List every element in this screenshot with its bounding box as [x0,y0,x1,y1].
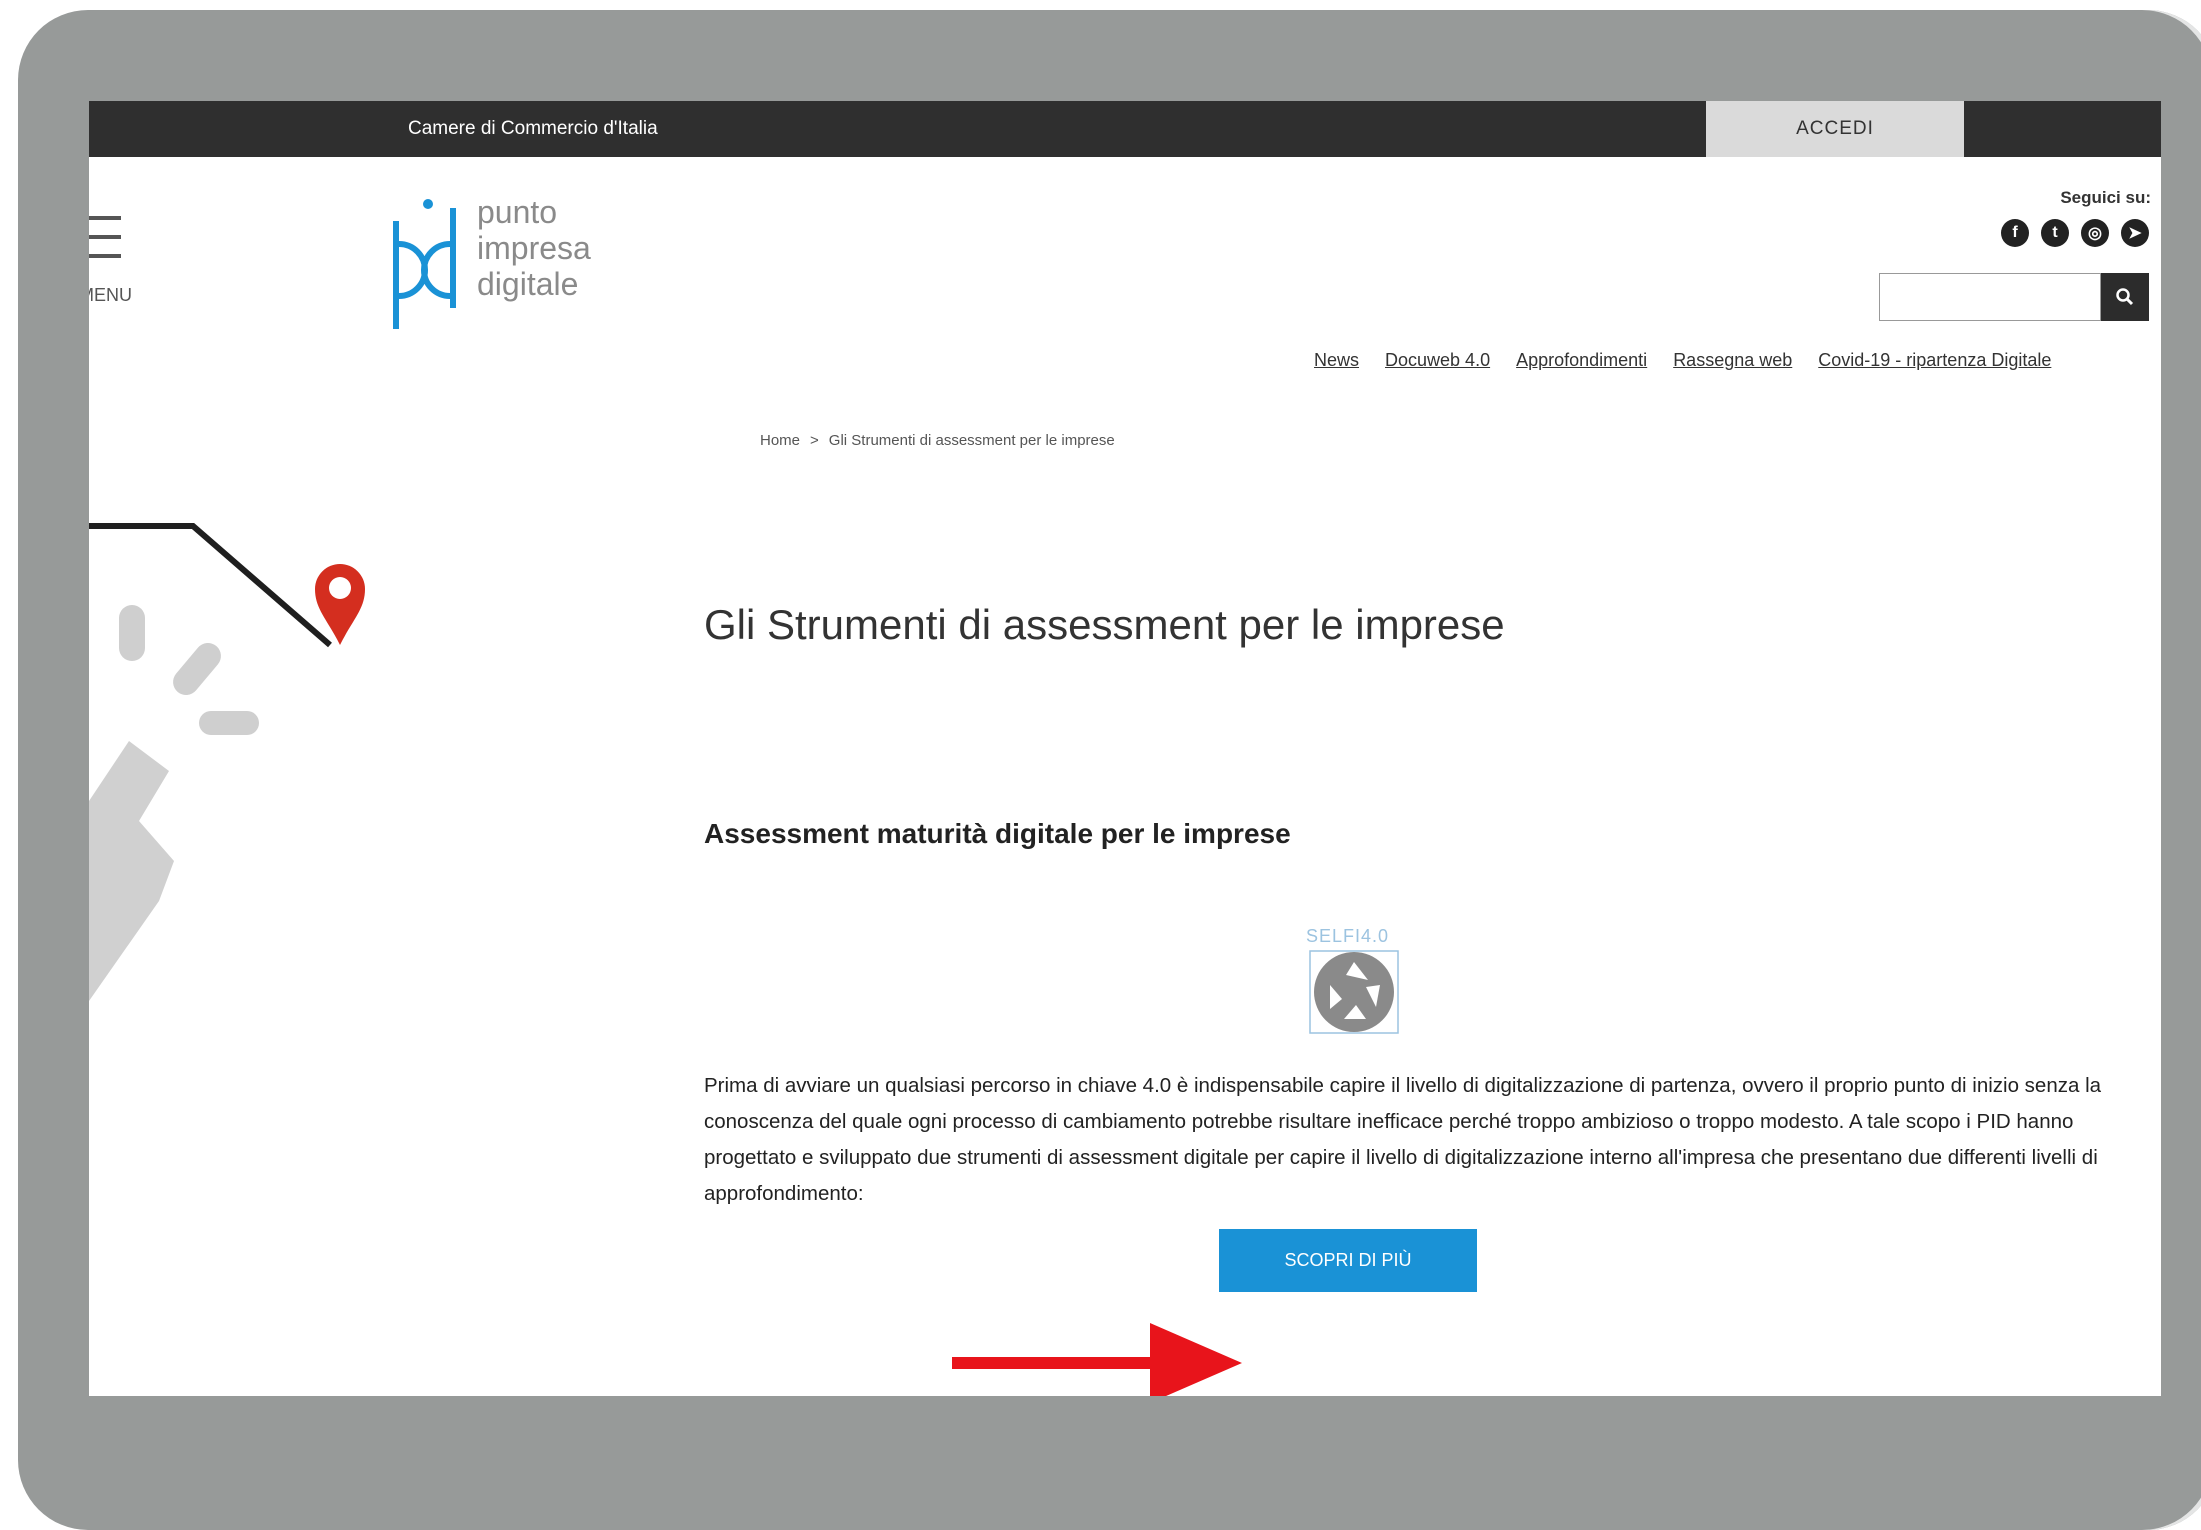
twitter-icon[interactable]: t [2041,219,2069,247]
social-label: Seguici su: [2060,188,2151,207]
search-button[interactable] [2101,273,2149,321]
red-arrow-icon [952,1323,1242,1396]
login-button[interactable]: ACCEDI [1706,101,1964,157]
page-title: Gli Strumenti di assessment per le impre… [704,601,1505,648]
search-input[interactable] [1879,273,2101,321]
facebook-icon[interactable]: f [2001,219,2029,247]
social-icons: f t ◎ ➤ [2001,219,2149,247]
section-title: Assessment maturità digitale per le impr… [704,818,1291,849]
logo-text: punto impresa digitale [477,194,591,302]
telegram-icon[interactable]: ➤ [2121,219,2149,247]
instagram-icon[interactable]: ◎ [2081,219,2109,247]
nav-item-docuweb[interactable]: Docuweb 4.0 [1385,350,1490,371]
nav-item-approfondimenti[interactable]: Approfondimenti [1516,350,1647,371]
nav-item-covid[interactable]: Covid-19 - ripartenza Digitale [1818,350,2051,371]
breadcrumb: Home > Gli Strumenti di assessment per le … [760,432,1115,449]
search-icon [2116,288,2134,306]
breadcrumb-separator: > [810,432,819,449]
discover-more-button[interactable]: SCOPRI DI PIÙ [1219,1229,1477,1292]
logo-line-punto: punto [477,194,558,230]
intro-paragraph: Prima di avviare un qualsiasi percorso i… [704,1074,2102,1205]
decorative-illustration [89,523,365,1001]
location-pin-icon [315,564,365,645]
selfi-logo: SELFI4.0 [1306,926,1406,1046]
breadcrumb-home[interactable]: Home [760,432,800,449]
nav-item-news[interactable]: News [1314,350,1359,371]
main-nav: News Docuweb 4.0 Approfondimenti Rassegn… [1314,350,2051,371]
camera-aperture-icon [1309,950,1399,1034]
logo-line-impresa: impresa [477,230,591,266]
breadcrumb-current: Gli Strumenti di assessment per le impre… [828,432,1115,449]
selfi-logo-text: SELFI4.0 [1306,926,1390,946]
nav-item-rassegna-web[interactable]: Rassegna web [1673,350,1792,371]
web-page: Camere di Commercio d'Italia ACCEDI MENU… [89,101,2161,1396]
logo-line-digitale: digitale [477,266,579,302]
